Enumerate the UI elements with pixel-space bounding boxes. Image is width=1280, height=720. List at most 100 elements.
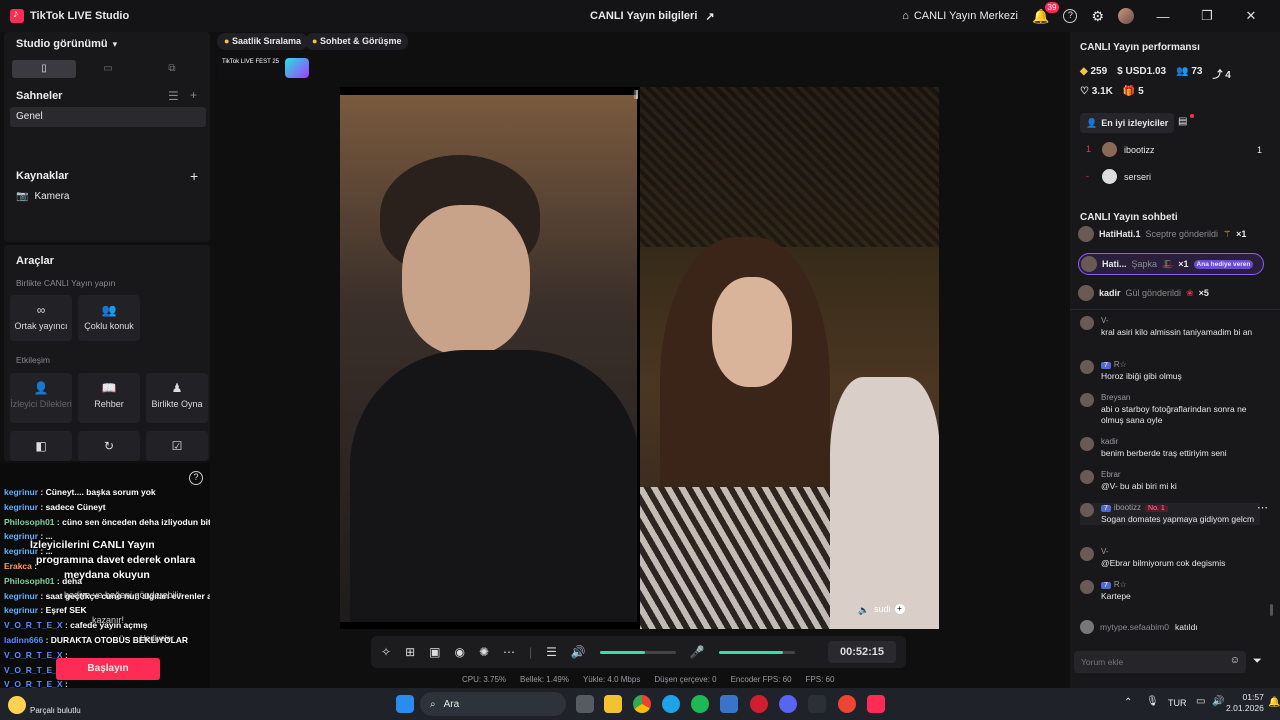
volume-icon[interactable]: 🔊	[571, 645, 586, 659]
list-icon[interactable]: ☰	[168, 89, 179, 103]
settings-sliders-icon[interactable]: ☰	[546, 645, 557, 659]
tiktok-studio-icon[interactable]	[867, 695, 885, 713]
help-icon[interactable]: ?	[189, 471, 203, 485]
taskbar-search[interactable]: ⌕ Ara	[420, 692, 566, 716]
chat-message[interactable]: 7 ibootizz No. 1 Sogan domates yapmaya gidi…	[1080, 502, 1268, 525]
landscape-icon[interactable]: ▭	[76, 60, 140, 78]
dual-icon[interactable]: ⧉	[140, 60, 204, 78]
tool-button-extra-2[interactable]: ↻	[78, 431, 140, 461]
source-item-camera[interactable]: 📷 Kamera	[16, 191, 69, 202]
bell-icon[interactable]: 🔔 39	[1032, 1, 1060, 25]
volume-icon[interactable]: 🔊	[1212, 696, 1224, 707]
gift-list-icon[interactable]: ▤	[1178, 116, 1187, 127]
weather-widget[interactable]: Parçalı bulutlu	[8, 694, 81, 715]
add-scene-icon[interactable]: +	[190, 88, 197, 102]
live-center-button[interactable]: ⌂ CANLI Yayın Merkezi	[902, 10, 1018, 22]
viewer-requests-button[interactable]: 👤 İzleyici Dilekleri	[10, 373, 72, 423]
chat-message[interactable]: 7 R☆ Kartepe	[1080, 580, 1260, 602]
maximize-button[interactable]: ❐	[1192, 8, 1222, 24]
file-explorer-icon[interactable]	[604, 695, 622, 713]
notification-badge: 39	[1044, 1, 1060, 13]
chat-message[interactable]: Ebrar @V- bu abi biri mi ki	[1080, 470, 1260, 492]
chat-message[interactable]: V-kral asiri kilo almissin taniyamadim b…	[1080, 316, 1260, 338]
message-username: R☆	[1113, 580, 1127, 589]
tool-button-extra-3[interactable]: ☑	[146, 431, 208, 461]
overlay-text-5: kazanır!	[92, 615, 125, 625]
play-together-button[interactable]: ♟ Birlikte Oyna	[146, 373, 208, 423]
add-source-icon[interactable]: +	[190, 168, 198, 184]
guide-button[interactable]: 📖 Rehber	[78, 373, 140, 423]
start-button[interactable]: Başlayın	[56, 658, 160, 680]
avatar	[1078, 226, 1094, 242]
chat-message[interactable]: kadir benim berberde traş ettiriyim seni	[1080, 437, 1260, 459]
share-icon: ↗	[705, 11, 715, 23]
top-viewer-row-2[interactable]: - serseri	[1086, 169, 1262, 184]
record-icon[interactable]: ◉	[454, 645, 464, 659]
viewer-name: serseri	[1124, 172, 1152, 182]
language-indicator[interactable]: TUR	[1168, 698, 1187, 708]
mic-volume-slider[interactable]	[718, 650, 795, 654]
guest-name-tag[interactable]: sudi +	[874, 604, 905, 614]
viewer-value: 73	[1191, 66, 1203, 77]
avatar[interactable]	[1118, 8, 1134, 24]
network-icon[interactable]: ▭	[1196, 696, 1205, 707]
screen-icon[interactable]: ▣	[429, 645, 440, 659]
top-viewers-tab[interactable]: 👤 En iyi izleyiciler	[1080, 113, 1175, 133]
speaker-icon[interactable]: 🔈	[858, 605, 869, 616]
mic-icon[interactable]: 🎤	[690, 645, 705, 659]
scenes-title: Sahneler	[16, 90, 63, 102]
more-icon[interactable]: ⋯	[503, 645, 515, 659]
clock[interactable]: 01:57 2.01.2026	[1226, 692, 1264, 714]
live-info-link[interactable]: CANLI Yayın bilgileri ↗	[590, 10, 715, 23]
more-icon[interactable]: ⋯	[1257, 501, 1268, 514]
speaker-volume-slider[interactable]	[599, 650, 676, 654]
tool-button-extra-1[interactable]: ◧	[10, 431, 72, 461]
portrait-icon[interactable]: ▯	[12, 60, 76, 78]
separator: :	[54, 575, 63, 586]
chrome-icon[interactable]	[633, 695, 651, 713]
chat-scrollbar[interactable]	[1270, 604, 1273, 616]
layout-toggle-icon[interactable]: ⫼	[634, 90, 639, 101]
message-user-row: V-	[1101, 547, 1260, 556]
scene-item-genel[interactable]: Genel	[10, 107, 206, 127]
message-text: Kartepe	[1101, 591, 1131, 601]
join-event: mytype.sefaabim0 katıldı	[1080, 620, 1260, 634]
chat-message[interactable]: 7 R☆ Horoz ibiği gibi olmuş	[1080, 360, 1260, 382]
comment-input[interactable]	[1074, 651, 1224, 673]
add-media-icon[interactable]: ⊞	[405, 645, 415, 659]
chevron-up-icon[interactable]: ⌃	[1124, 697, 1132, 708]
app-icon[interactable]	[808, 695, 826, 713]
close-button[interactable]: ✕	[1236, 8, 1266, 24]
discord-icon[interactable]	[779, 695, 797, 713]
spotify-icon[interactable]	[691, 695, 709, 713]
edge-icon[interactable]	[662, 695, 680, 713]
play-together-label: Birlikte Oyna	[151, 399, 203, 409]
mic-icon[interactable]: 🎙	[1146, 696, 1159, 707]
top-viewer-row-1[interactable]: 1 ibootizz 1	[1086, 142, 1262, 157]
scenes-header: Sahneler	[16, 90, 62, 102]
app-icon-2[interactable]	[838, 695, 856, 713]
cohost-button[interactable]: ∞ Ortak yayıncı	[10, 295, 72, 341]
chat-message[interactable]: Breysan abi o starboy fotoğraflarindan so…	[1080, 393, 1260, 426]
task-view-icon[interactable]	[576, 695, 594, 713]
filter-icon[interactable]: ⏷	[1253, 655, 1262, 668]
minimize-button[interactable]: —	[1148, 9, 1178, 24]
chat-call-pill[interactable]: ● Sohbet & Görüşme	[305, 33, 409, 50]
opera-icon[interactable]	[750, 695, 768, 713]
chat-message[interactable]: V- @Ebrar bilmiyorum cok degismis	[1080, 547, 1260, 569]
notification-icon[interactable]: 🔔	[1268, 697, 1280, 708]
gift-count: ×5	[1198, 288, 1209, 298]
separator: :	[62, 679, 68, 688]
xbox-icon[interactable]	[720, 695, 738, 713]
emoji-icon[interactable]: ☺	[1230, 655, 1240, 666]
avatar	[1080, 316, 1094, 330]
livefest-banner[interactable]: TikTok LIVE FEST 25	[218, 56, 312, 81]
windows-start-icon[interactable]	[396, 695, 414, 713]
magic-wand-icon[interactable]: ✧	[381, 645, 391, 659]
help-icon[interactable]: ?	[1063, 9, 1078, 23]
studio-view-dropdown[interactable]: Studio görünümü ▾	[16, 38, 117, 50]
effects-icon[interactable]: ✺	[479, 645, 489, 659]
multi-guest-button[interactable]: 👥 Çoklu konuk	[78, 295, 140, 341]
gear-icon[interactable]: ⚙	[1091, 8, 1104, 25]
hourly-ranking-pill[interactable]: ● Saatlik Sıralama	[217, 33, 308, 50]
